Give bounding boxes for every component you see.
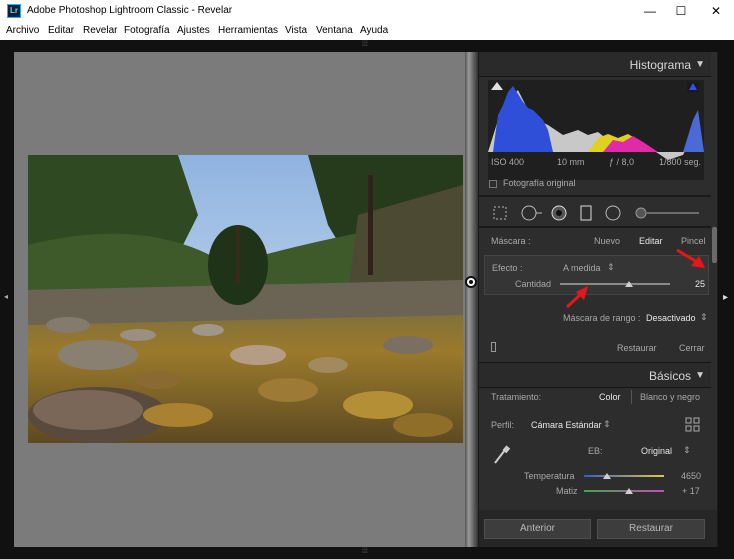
treatment-bw-button[interactable]: Blanco y negro: [640, 392, 700, 402]
crop-tool-icon[interactable]: [492, 205, 508, 223]
mask-brush-button[interactable]: Pincel: [681, 236, 706, 246]
basics-header[interactable]: Básicos ▼: [479, 362, 711, 388]
left-panel-toggle-strip[interactable]: ◂: [0, 52, 14, 547]
treatment-color-button[interactable]: Color: [599, 392, 621, 402]
tint-slider-thumb[interactable]: [625, 488, 633, 494]
spot-removal-icon[interactable]: [521, 205, 543, 223]
mask-label: Máscara :: [491, 236, 531, 246]
collapse-right-icon: ▸: [723, 292, 729, 303]
lightroom-app-icon: Lr: [7, 4, 21, 18]
mask-reset-button[interactable]: Restaurar: [617, 343, 657, 353]
menu-ventana[interactable]: Ventana: [316, 25, 353, 36]
dropdown-arrows-icon: ⇕: [700, 312, 708, 322]
separator: [479, 195, 711, 197]
menu-archivo[interactable]: Archivo: [6, 25, 39, 36]
range-mask-label: Máscara de rango :: [563, 313, 641, 323]
dropdown-arrows-icon: ⇕: [603, 419, 611, 429]
aperture-info: ƒ / 8,0: [609, 157, 635, 167]
original-photo-label: Fotografía original: [503, 178, 576, 188]
basics-title: Básicos: [648, 369, 691, 383]
histogram[interactable]: ISO 400 10 mm ƒ / 8,0 1/800 seg.: [488, 80, 704, 180]
panel-divider[interactable]: [465, 52, 478, 547]
menu-bar: Archivo Editar Revelar Fotografía Ajuste…: [0, 22, 734, 40]
original-photo-checkbox[interactable]: [489, 180, 497, 188]
radial-filter-icon[interactable]: [605, 205, 621, 223]
previous-button[interactable]: Anterior: [484, 519, 591, 539]
amount-label: Cantidad: [515, 279, 552, 289]
collapse-triangle-icon[interactable]: ▼: [695, 370, 705, 381]
focal-info: 10 mm: [557, 157, 585, 167]
menu-ayuda[interactable]: Ayuda: [360, 25, 388, 36]
histogram-title: Histograma: [629, 58, 691, 72]
reset-button[interactable]: Restaurar: [597, 519, 705, 539]
histogram-header[interactable]: Histograma ▼: [479, 52, 711, 77]
tint-slider-track[interactable]: [584, 490, 664, 492]
menu-herramientas[interactable]: Herramientas: [218, 25, 278, 36]
amount-slider-thumb[interactable]: [624, 281, 633, 287]
menu-revelar[interactable]: Revelar: [83, 25, 117, 36]
wb-dropdown[interactable]: Original: [641, 446, 672, 456]
separator: [631, 390, 632, 404]
dropdown-arrows-icon: ⇕: [607, 262, 615, 272]
mask-close-button[interactable]: Cerrar: [679, 343, 705, 353]
tint-value[interactable]: + 17: [682, 486, 700, 496]
menu-ajustes[interactable]: Ajustes: [177, 25, 210, 36]
wb-label: EB:: [588, 446, 603, 456]
maximize-button[interactable]: ☐: [664, 0, 698, 22]
adjustment-brush-icon[interactable]: [633, 205, 703, 223]
title-bar: Lr Adobe Photoshop Lightroom Classic - R…: [0, 0, 734, 22]
profile-dropdown[interactable]: Cámara Estándar: [531, 420, 602, 430]
profile-browser-grid-icon[interactable]: [685, 417, 700, 434]
filmstrip-toggle-strip[interactable]: ⁞⁞⁞: [0, 547, 734, 559]
right-panel: Histograma ▼ ISO 400 10 mm ƒ / 8,0 1/800…: [479, 52, 717, 547]
menu-editar[interactable]: Editar: [48, 25, 74, 36]
temperature-slider-thumb[interactable]: [603, 473, 611, 479]
minimize-button[interactable]: —: [633, 0, 667, 22]
mask-toggle-switch[interactable]: [491, 342, 496, 352]
menu-fotografia[interactable]: Fotografía: [124, 25, 170, 36]
range-mask-dropdown[interactable]: Desactivado: [646, 313, 696, 323]
right-panel-toggle-strip[interactable]: ▸: [718, 52, 734, 547]
red-eye-icon[interactable]: [551, 205, 567, 223]
menu-vista[interactable]: Vista: [285, 25, 307, 36]
drag-handle-icon: ⁞⁞⁞: [362, 41, 368, 48]
expand-left-icon: ◂: [4, 292, 9, 301]
graduated-filter-icon[interactable]: [579, 205, 593, 223]
white-balance-eyedropper-icon[interactable]: [491, 444, 511, 468]
panel-scrollbar[interactable]: [712, 227, 717, 263]
shutter-info: 1/800 seg.: [659, 157, 702, 167]
mask-new-button[interactable]: Nuevo: [594, 236, 620, 246]
temperature-value[interactable]: 4650: [681, 471, 701, 481]
annotation-arrow-icon: [565, 286, 588, 309]
window-title: Adobe Photoshop Lightroom Classic - Reve…: [27, 5, 233, 16]
temperature-label: Temperatura: [524, 471, 575, 481]
mask-edit-button[interactable]: Editar: [639, 236, 663, 246]
annotation-arrow-icon: [676, 248, 705, 268]
dropdown-arrows-icon: ⇕: [683, 445, 691, 455]
effect-label: Efecto :: [492, 263, 523, 273]
iso-info: ISO 400: [491, 157, 525, 167]
temperature-slider-track[interactable]: [584, 475, 664, 477]
tint-label: Matiz: [556, 486, 578, 496]
top-panel-toggle-strip[interactable]: ⁞⁞⁞: [0, 40, 734, 52]
collapse-triangle-icon[interactable]: ▼: [695, 59, 705, 70]
river-landscape-photo[interactable]: [28, 155, 463, 443]
separator: [479, 226, 711, 228]
profile-label: Perfil:: [491, 420, 515, 430]
close-window-button[interactable]: ✕: [699, 0, 733, 22]
mask-pin-icon[interactable]: [465, 276, 477, 288]
amount-value[interactable]: 25: [695, 279, 705, 289]
drag-handle-icon: ⁞⁞⁞: [362, 548, 368, 555]
treatment-label: Tratamiento:: [491, 392, 542, 402]
effect-dropdown[interactable]: A medida: [563, 263, 601, 273]
